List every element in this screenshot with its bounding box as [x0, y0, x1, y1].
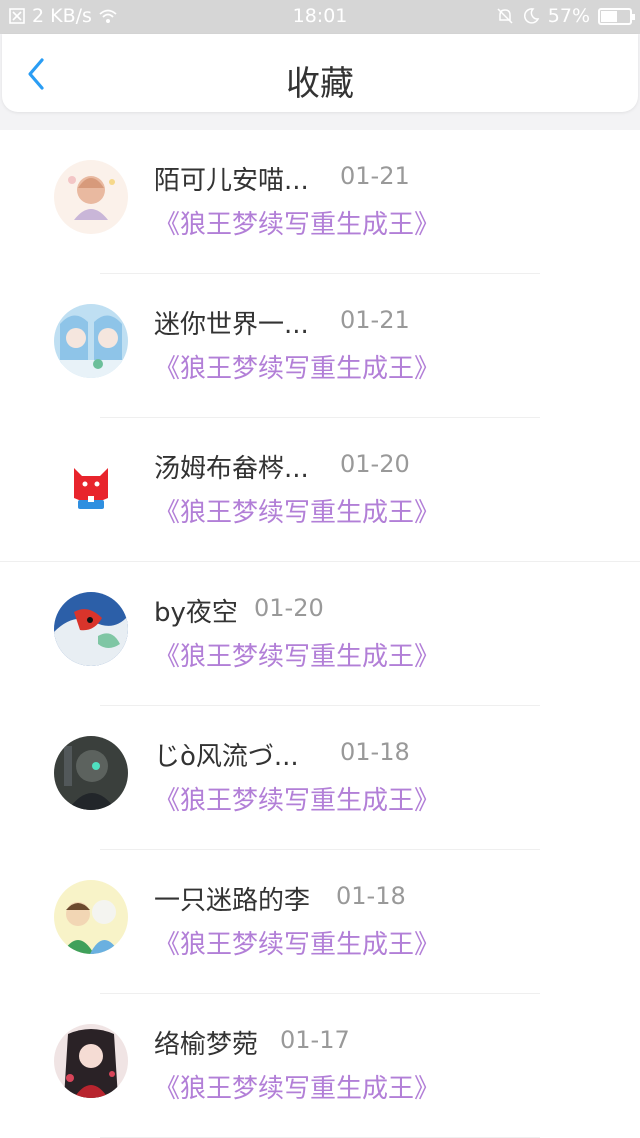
user-name[interactable]: 陌可儿安喵...: [154, 160, 309, 197]
list-item[interactable]: by夜空 01-20 《狼王梦续写重生成王》: [0, 562, 640, 706]
avatar-image: [54, 304, 128, 378]
book-title[interactable]: 《狼王梦续写重生成王》: [154, 780, 440, 817]
battery-percent: 57%: [547, 5, 590, 27]
page-title: 收藏: [286, 64, 354, 104]
list-item[interactable]: じò风流づ... 01-18 《狼王梦续写重生成王》: [0, 706, 640, 850]
item-date: 01-20: [340, 450, 410, 478]
user-name[interactable]: 迷你世界一...: [154, 304, 309, 341]
avatar[interactable]: [54, 160, 128, 234]
header-area: 收藏: [0, 34, 640, 130]
silent-bell-icon: [497, 8, 513, 24]
user-name[interactable]: 一只迷路的李: [154, 880, 310, 917]
status-right: 57%: [496, 5, 635, 27]
avatar-image: [54, 1024, 128, 1098]
list-item[interactable]: 络榆梦菀 01-17 《狼王梦续写重生成王》: [0, 994, 640, 1138]
avatar-image: [54, 592, 128, 666]
item-date: 01-18: [340, 738, 410, 766]
header-bar: 收藏: [2, 34, 638, 112]
avatar[interactable]: [54, 592, 128, 666]
favorites-list: 陌可儿安喵... 01-21 《狼王梦续写重生成王》 迷你世界一... 01-2…: [0, 130, 640, 1138]
item-date: 01-20: [254, 594, 324, 622]
avatar[interactable]: [54, 1024, 128, 1098]
avatar[interactable]: [54, 448, 128, 522]
book-title[interactable]: 《狼王梦续写重生成王》: [154, 924, 440, 961]
avatar[interactable]: [54, 736, 128, 810]
book-title[interactable]: 《狼王梦续写重生成王》: [154, 204, 440, 241]
avatar[interactable]: [54, 304, 128, 378]
book-title[interactable]: 《狼王梦续写重生成王》: [154, 636, 440, 673]
list-item[interactable]: 一只迷路的李 01-18 《狼王梦续写重生成王》: [0, 850, 640, 994]
user-name[interactable]: 络榆梦菀: [154, 1024, 258, 1061]
avatar-image: [54, 448, 128, 522]
avatar-image: [54, 736, 128, 810]
item-date: 01-21: [340, 306, 410, 334]
item-date: 01-17: [280, 1026, 350, 1054]
status-bar: 2 KB/s 18:01 57%: [0, 0, 640, 34]
user-name[interactable]: じò风流づ...: [154, 736, 299, 773]
book-title[interactable]: 《狼王梦续写重生成王》: [154, 348, 440, 385]
item-date: 01-21: [340, 162, 410, 190]
list-item[interactable]: 陌可儿安喵... 01-21 《狼王梦续写重生成王》: [0, 130, 640, 274]
user-name[interactable]: by夜空: [154, 592, 238, 629]
avatar-image: [54, 880, 128, 954]
moon-icon: [523, 8, 540, 24]
avatar-image: [54, 160, 128, 234]
avatar[interactable]: [54, 880, 128, 954]
item-date: 01-18: [336, 882, 406, 910]
list-item[interactable]: 迷你世界一... 01-21 《狼王梦续写重生成王》: [0, 274, 640, 418]
list-item[interactable]: 汤姆布畚梣... 01-20 《狼王梦续写重生成王》: [0, 418, 640, 562]
battery-fill: [601, 10, 617, 22]
book-title[interactable]: 《狼王梦续写重生成王》: [154, 492, 440, 529]
book-title[interactable]: 《狼王梦续写重生成王》: [154, 1068, 440, 1105]
user-name[interactable]: 汤姆布畚梣...: [154, 448, 309, 485]
battery-icon: [598, 7, 635, 25]
